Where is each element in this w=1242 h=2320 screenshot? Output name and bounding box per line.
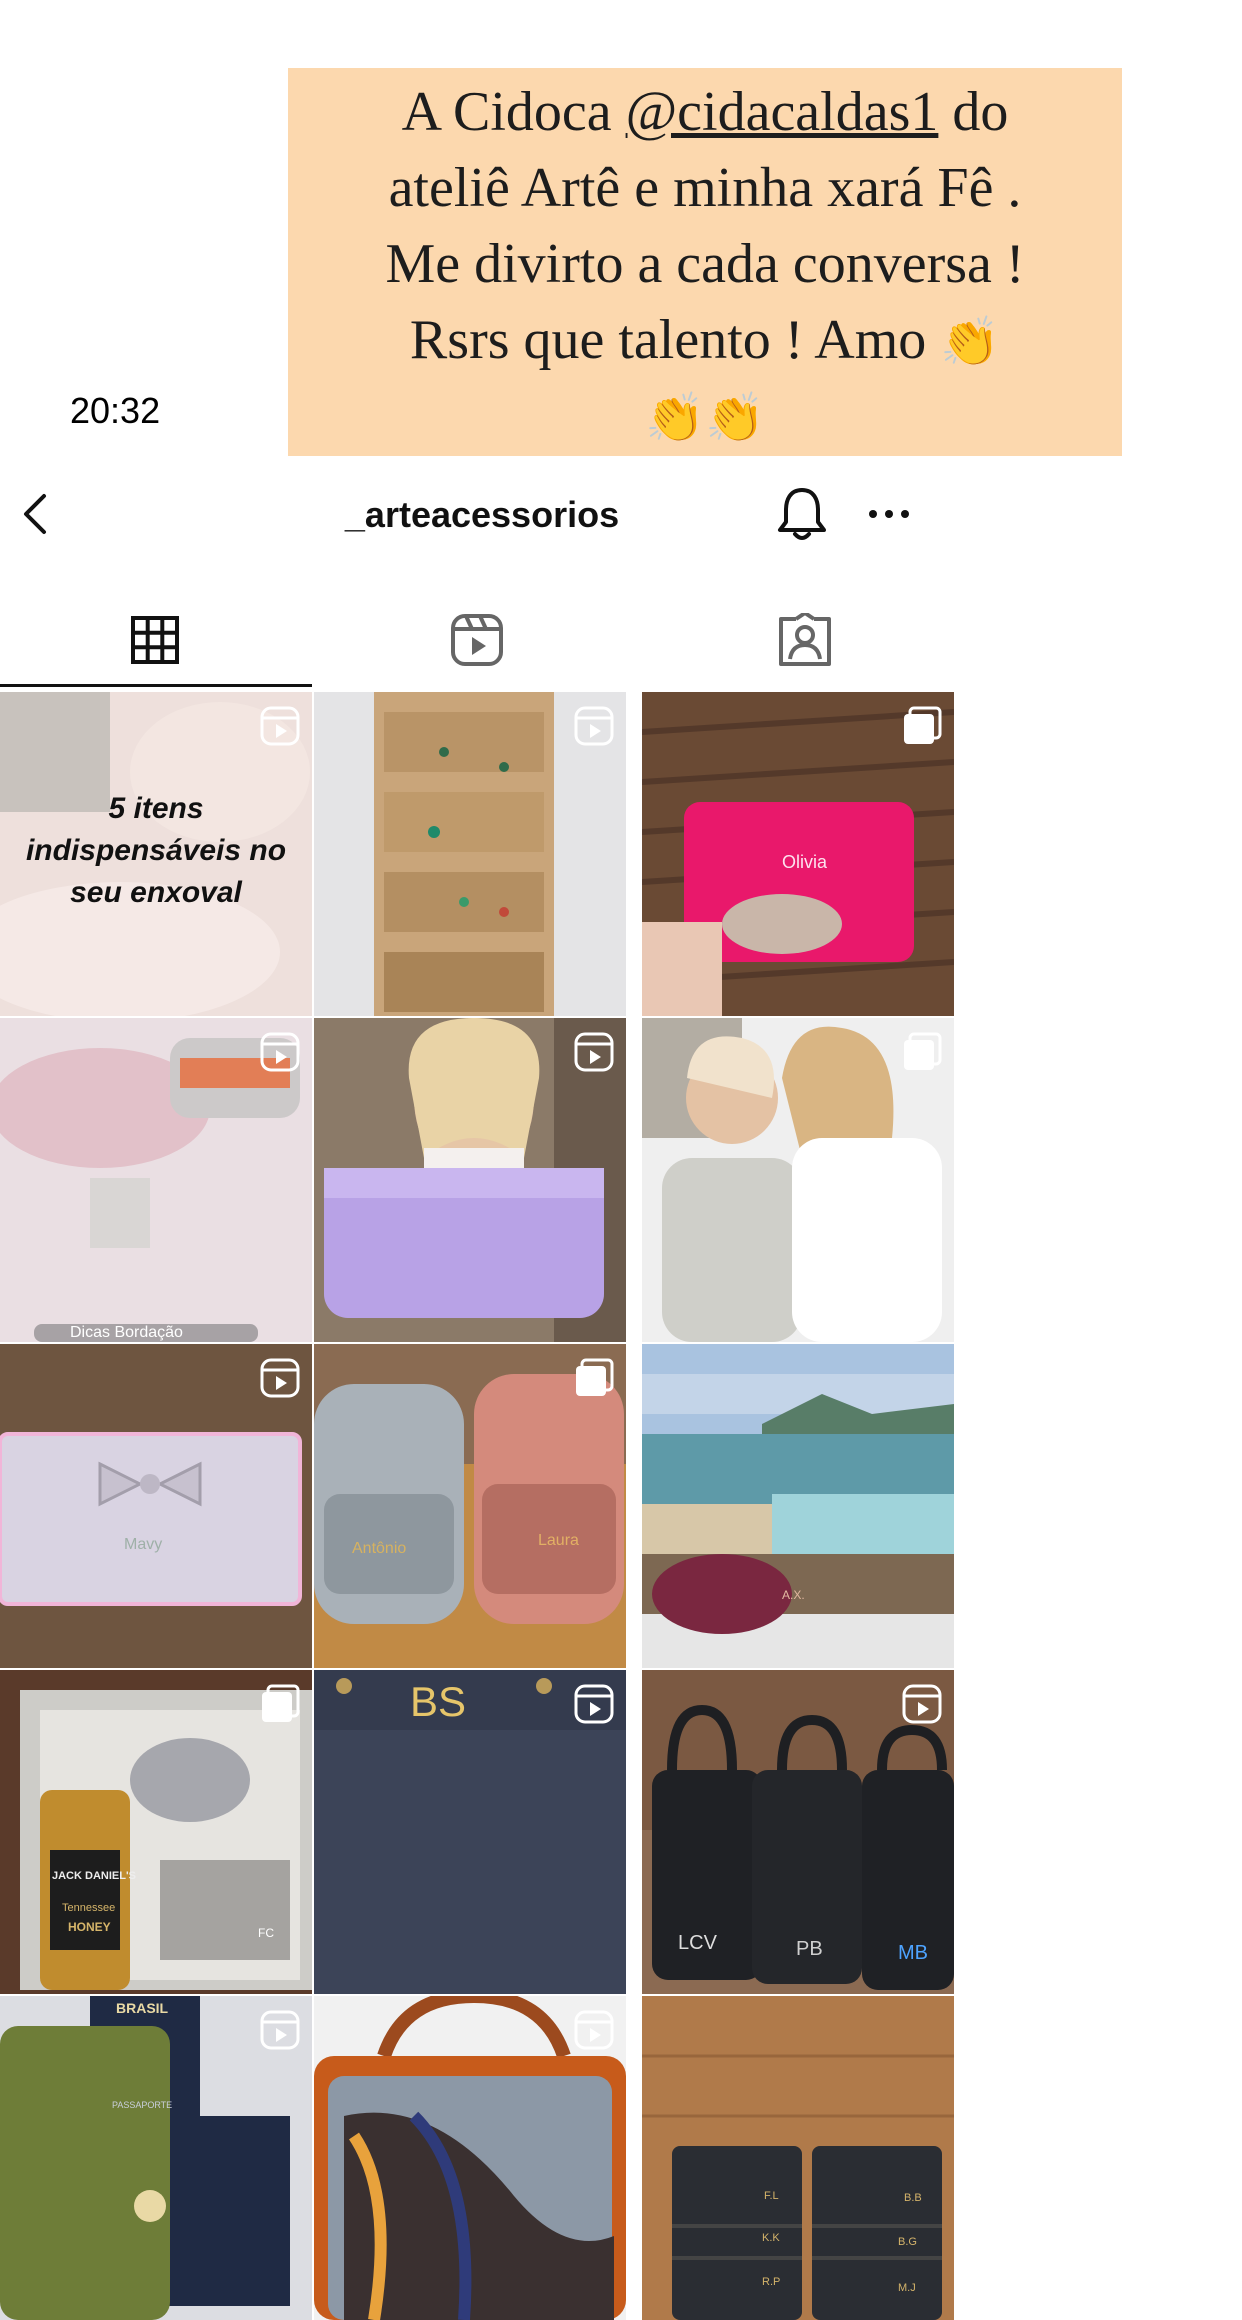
post-tile[interactable]: BRASIL PASSAPORTE: [0, 1996, 312, 2320]
post-tile[interactable]: FC JACK DANIEL'S Tennessee HONEY: [0, 1670, 312, 1994]
reel-badge-icon: [902, 1684, 942, 1724]
reel-badge-icon: [574, 1032, 614, 1072]
post-tile[interactable]: BS: [314, 1670, 626, 1994]
caption-line-4: Rsrs que talento ! Amo 👏: [409, 309, 1001, 371]
carousel-badge-icon: [262, 1684, 300, 1722]
tile-label: B.B: [904, 2192, 922, 2204]
status-bar-time: 20:32: [70, 390, 161, 431]
tagged-user-icon: [779, 613, 831, 666]
carousel-badge-icon: [904, 1032, 942, 1070]
profile-nav-bar: _arteacessorios: [0, 474, 964, 554]
post-tile[interactable]: A.X.: [642, 1344, 954, 1668]
post-tile[interactable]: LCV PB MB: [642, 1670, 954, 1994]
post-tile[interactable]: [314, 692, 626, 1016]
carousel-badge-icon: [576, 1358, 614, 1396]
tab-tagged[interactable]: [650, 592, 960, 688]
tile-label: Olivia: [782, 852, 828, 872]
post-tile[interactable]: F.L B.B K.K B.G R.P M.J: [642, 1996, 954, 2320]
caption-line-3: Me divirto a cada conversa !: [385, 233, 1025, 295]
mention-link[interactable]: @cidacaldas1: [626, 81, 939, 143]
caption-line-2: ateliê Artê e minha xará Fê .: [388, 157, 1022, 219]
reel-badge-icon: [574, 1684, 614, 1724]
story-caption: A Cidoca @cidacaldas1 do ateliê Artê e m…: [288, 68, 1122, 456]
tile-label: M.J: [898, 2282, 916, 2294]
caption-line-5: 👏👏: [645, 390, 765, 446]
reels-icon: [451, 614, 503, 666]
active-tab-indicator: [0, 684, 312, 687]
tile-label: JACK DANIEL'S: [52, 1870, 136, 1882]
tab-reels[interactable]: [322, 592, 632, 688]
tile-label: Mavy: [124, 1536, 163, 1553]
profile-tabs: [0, 592, 964, 688]
tile-caption-line: 5 itens: [108, 792, 204, 825]
tile-label: LCV: [678, 1932, 717, 1954]
post-tile[interactable]: Antônio Laura: [314, 1344, 626, 1668]
tile-label: F.L: [764, 2190, 779, 2202]
tile-label: Antônio: [352, 1540, 407, 1557]
tile-label: Dicas Bordação: [70, 1324, 183, 1341]
post-tile[interactable]: Olivia: [642, 692, 954, 1016]
tile-caption-line: indispensáveis no: [25, 834, 287, 867]
reel-badge-icon: [260, 2010, 300, 2050]
tile-label: BRASIL: [116, 2000, 169, 2016]
tile-label: MB: [898, 1942, 928, 1964]
post-tile[interactable]: [642, 1018, 954, 1342]
post-tile[interactable]: 5 itens indispensáveis no seu enxoval: [0, 692, 312, 1016]
reel-badge-icon: [260, 706, 300, 746]
tile-label: K.K: [762, 2232, 780, 2244]
tile-label: PB: [796, 1938, 823, 1960]
tile-label: Laura: [538, 1532, 579, 1549]
tile-caption-line: seu enxoval: [70, 876, 242, 909]
tile-label: A.X.: [782, 1588, 805, 1602]
tile-label: PASSAPORTE: [112, 2100, 173, 2110]
caption-line-1: A Cidoca @cidacaldas1 do: [401, 81, 1009, 143]
tile-label: B.G: [898, 2236, 917, 2248]
tile-label: FC: [258, 1926, 274, 1940]
tab-posts-grid[interactable]: [0, 592, 310, 688]
reel-badge-icon: [574, 706, 614, 746]
reel-badge-icon: [574, 2010, 614, 2050]
grid-icon: [131, 616, 179, 664]
tile-label: HONEY: [68, 1920, 111, 1934]
post-tile[interactable]: [314, 1996, 626, 2320]
tile-label: Tennessee: [62, 1902, 116, 1914]
post-tile[interactable]: Mavy: [0, 1344, 312, 1668]
clap-emoji: 👏: [940, 314, 1001, 370]
bell-icon[interactable]: [774, 484, 830, 544]
carousel-badge-icon: [904, 706, 942, 744]
post-tile[interactable]: Dicas Bordação: [0, 1018, 312, 1342]
post-tile[interactable]: [314, 1018, 626, 1342]
tile-label: BS: [410, 1678, 467, 1725]
reel-badge-icon: [260, 1358, 300, 1398]
more-horizontal-icon[interactable]: [864, 492, 914, 536]
tile-label: R.P: [762, 2276, 781, 2288]
reel-badge-icon: [260, 1032, 300, 1072]
